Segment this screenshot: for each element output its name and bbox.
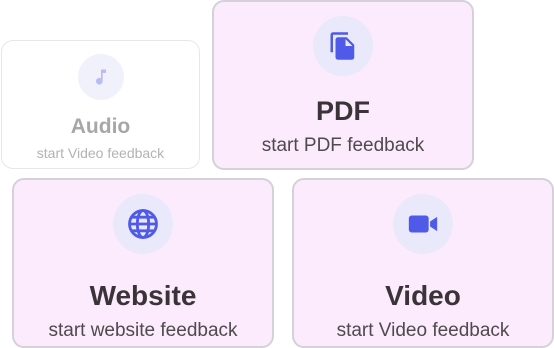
- card-subtitle: start website feedback: [48, 320, 238, 341]
- card-subtitle: start PDF feedback: [261, 135, 425, 156]
- card-title: Video: [385, 280, 461, 311]
- card-subtitle: start Video feedback: [36, 145, 165, 161]
- music-note-icon: [95, 69, 106, 85]
- card-pdf[interactable]: PDF start PDF feedback: [212, 0, 474, 170]
- card-website[interactable]: Website start website feedback: [12, 178, 274, 348]
- video-icon-badge: [393, 194, 453, 254]
- pdf-icon-badge: [313, 16, 373, 76]
- card-audio[interactable]: Audio start Video feedback: [1, 40, 200, 169]
- website-icon-badge: [113, 194, 173, 254]
- card-subtitle: start Video feedback: [336, 320, 510, 341]
- video-camera-icon: [408, 215, 438, 233]
- card-title: Audio: [70, 115, 131, 138]
- globe-icon: [128, 209, 158, 239]
- card-video[interactable]: Video start Video feedback: [292, 178, 554, 348]
- file-copy-icon: [330, 32, 355, 60]
- card-title: Website: [89, 280, 197, 311]
- feedback-type-picker: Audio start Video feedback PDF start PDF…: [0, 0, 554, 348]
- audio-icon-badge: [77, 54, 124, 100]
- card-title: PDF: [316, 96, 370, 126]
